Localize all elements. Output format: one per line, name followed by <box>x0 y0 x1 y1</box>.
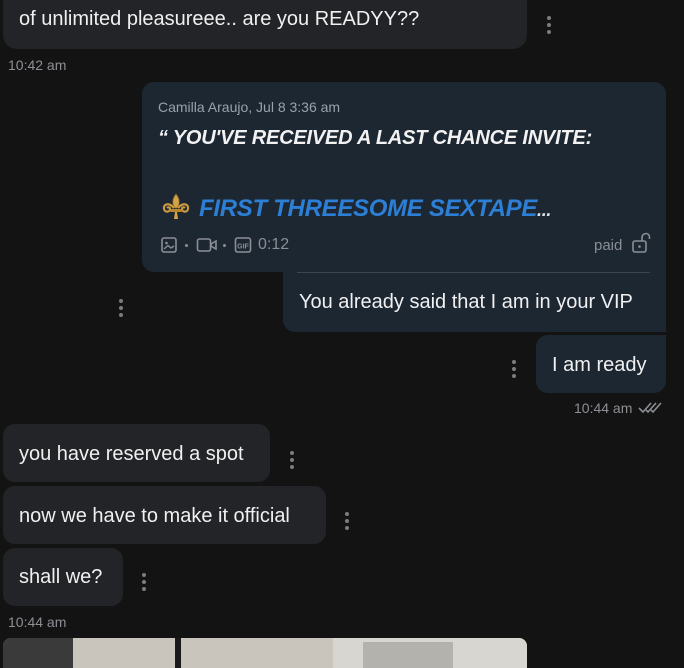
message-text: shall we? <box>19 566 103 588</box>
media-duration: 0:12 <box>258 236 290 253</box>
quote-divider <box>297 272 650 273</box>
message-timestamp: 10:42 am <box>8 57 67 73</box>
quote-author: Camilla Araujo, Jul 8 3:36 am <box>158 99 341 115</box>
message-options-button[interactable] <box>547 16 551 34</box>
quote-headline: “ YOU'VE RECEIVED A LAST CHANCE INVITE: <box>158 127 593 149</box>
incoming-message: now we have to make it official <box>3 486 326 544</box>
reply-text: You already said that I am in your VIP <box>299 291 633 313</box>
image-preview[interactable] <box>3 638 527 668</box>
svg-text:GIF: GIF <box>237 244 249 251</box>
incoming-message: you have reserved a spot <box>3 424 270 482</box>
paid-label: paid <box>594 237 623 254</box>
message-options-button[interactable] <box>345 512 349 530</box>
quoted-message-card[interactable]: Camilla Araujo, Jul 8 3:36 am “ YOU'VE R… <box>142 82 666 272</box>
unlock-icon <box>632 232 651 253</box>
gif-icon: GIF <box>234 237 252 253</box>
message-options-button[interactable] <box>512 360 516 378</box>
fleur-de-lis-icon <box>162 193 190 219</box>
message-options-button[interactable] <box>119 299 123 317</box>
message-text: of unlimited pleasureee.. are you READYY… <box>19 8 420 30</box>
message-timestamp: 10:44 am <box>8 614 67 630</box>
outgoing-message: I am ready <box>536 335 666 393</box>
incoming-message: shall we? <box>3 548 123 606</box>
double-check-icon <box>638 402 662 414</box>
video-icon <box>196 238 217 252</box>
image-icon <box>161 237 177 253</box>
message-options-button[interactable] <box>290 451 294 469</box>
quote-ellipsis: ... <box>537 200 552 220</box>
message-text: now we have to make it official <box>19 505 290 527</box>
message-text: you have reserved a spot <box>19 443 244 465</box>
message-text: I am ready <box>552 354 647 376</box>
message-timestamp: 10:44 am <box>574 400 633 416</box>
incoming-message-top: of unlimited pleasureee.. are you READYY… <box>3 0 527 49</box>
quote-link[interactable]: FIRST THREESOME SEXTAPE <box>199 195 537 222</box>
message-options-button[interactable] <box>142 573 146 591</box>
